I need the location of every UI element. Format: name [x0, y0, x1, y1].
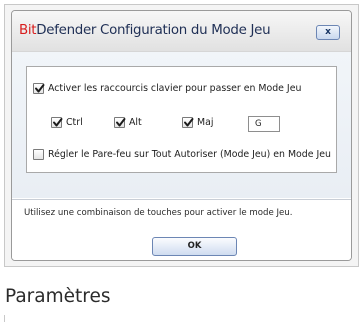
title-text: Defender Configuration du Mode Jeu — [36, 23, 271, 38]
enable-shortcuts-checkbox[interactable] — [33, 83, 45, 94]
title-brand: Bit — [19, 23, 37, 38]
enable-shortcuts-option[interactable]: Activer les raccourcis clavier pour pass… — [33, 83, 301, 94]
info-text: Utilisez une combinaison de touches pour… — [24, 208, 293, 218]
alt-checkbox[interactable] — [114, 117, 126, 128]
dialog-titlebar: BitDefender Configuration du Mode Jeu x — [12, 11, 351, 52]
settings-group: Activer les raccourcis clavier pour pass… — [26, 66, 337, 173]
ctrl-option[interactable]: Ctrl — [51, 117, 83, 128]
checkmark-icon — [53, 118, 63, 127]
info-panel: Utilisez une combinaison de touches pour… — [12, 199, 351, 260]
caption-divider — [4, 315, 5, 322]
shortcut-key-input[interactable]: G — [248, 116, 280, 132]
firewall-label: Régler le Pare-feu sur Tout Autoriser (M… — [48, 149, 331, 160]
close-icon: x — [325, 27, 331, 37]
caption-title: Paramètres — [5, 286, 111, 307]
dialog-body: Activer les raccourcis clavier pour pass… — [12, 52, 351, 198]
close-button[interactable]: x — [316, 25, 340, 40]
enable-shortcuts-label: Activer les raccourcis clavier pour pass… — [48, 83, 302, 94]
firewall-checkbox[interactable] — [33, 149, 44, 160]
game-mode-config-dialog: BitDefender Configuration du Mode Jeu x … — [11, 10, 352, 261]
alt-label: Alt — [129, 117, 142, 128]
ok-button[interactable]: OK — [152, 237, 237, 256]
ctrl-checkbox[interactable] — [51, 117, 63, 128]
maj-option[interactable]: Maj — [182, 117, 213, 128]
firewall-option[interactable]: Régler le Pare-feu sur Tout Autoriser (M… — [33, 149, 331, 160]
ctrl-label: Ctrl — [66, 117, 83, 128]
checkmark-icon — [184, 118, 194, 127]
dialog-title: BitDefender Configuration du Mode Jeu — [19, 23, 271, 38]
alt-option[interactable]: Alt — [114, 117, 142, 128]
screenshot-frame: BitDefender Configuration du Mode Jeu x … — [4, 4, 359, 267]
checkmark-icon — [35, 84, 45, 93]
checkmark-icon — [116, 118, 126, 127]
maj-checkbox[interactable] — [182, 117, 194, 128]
maj-label: Maj — [197, 117, 214, 128]
